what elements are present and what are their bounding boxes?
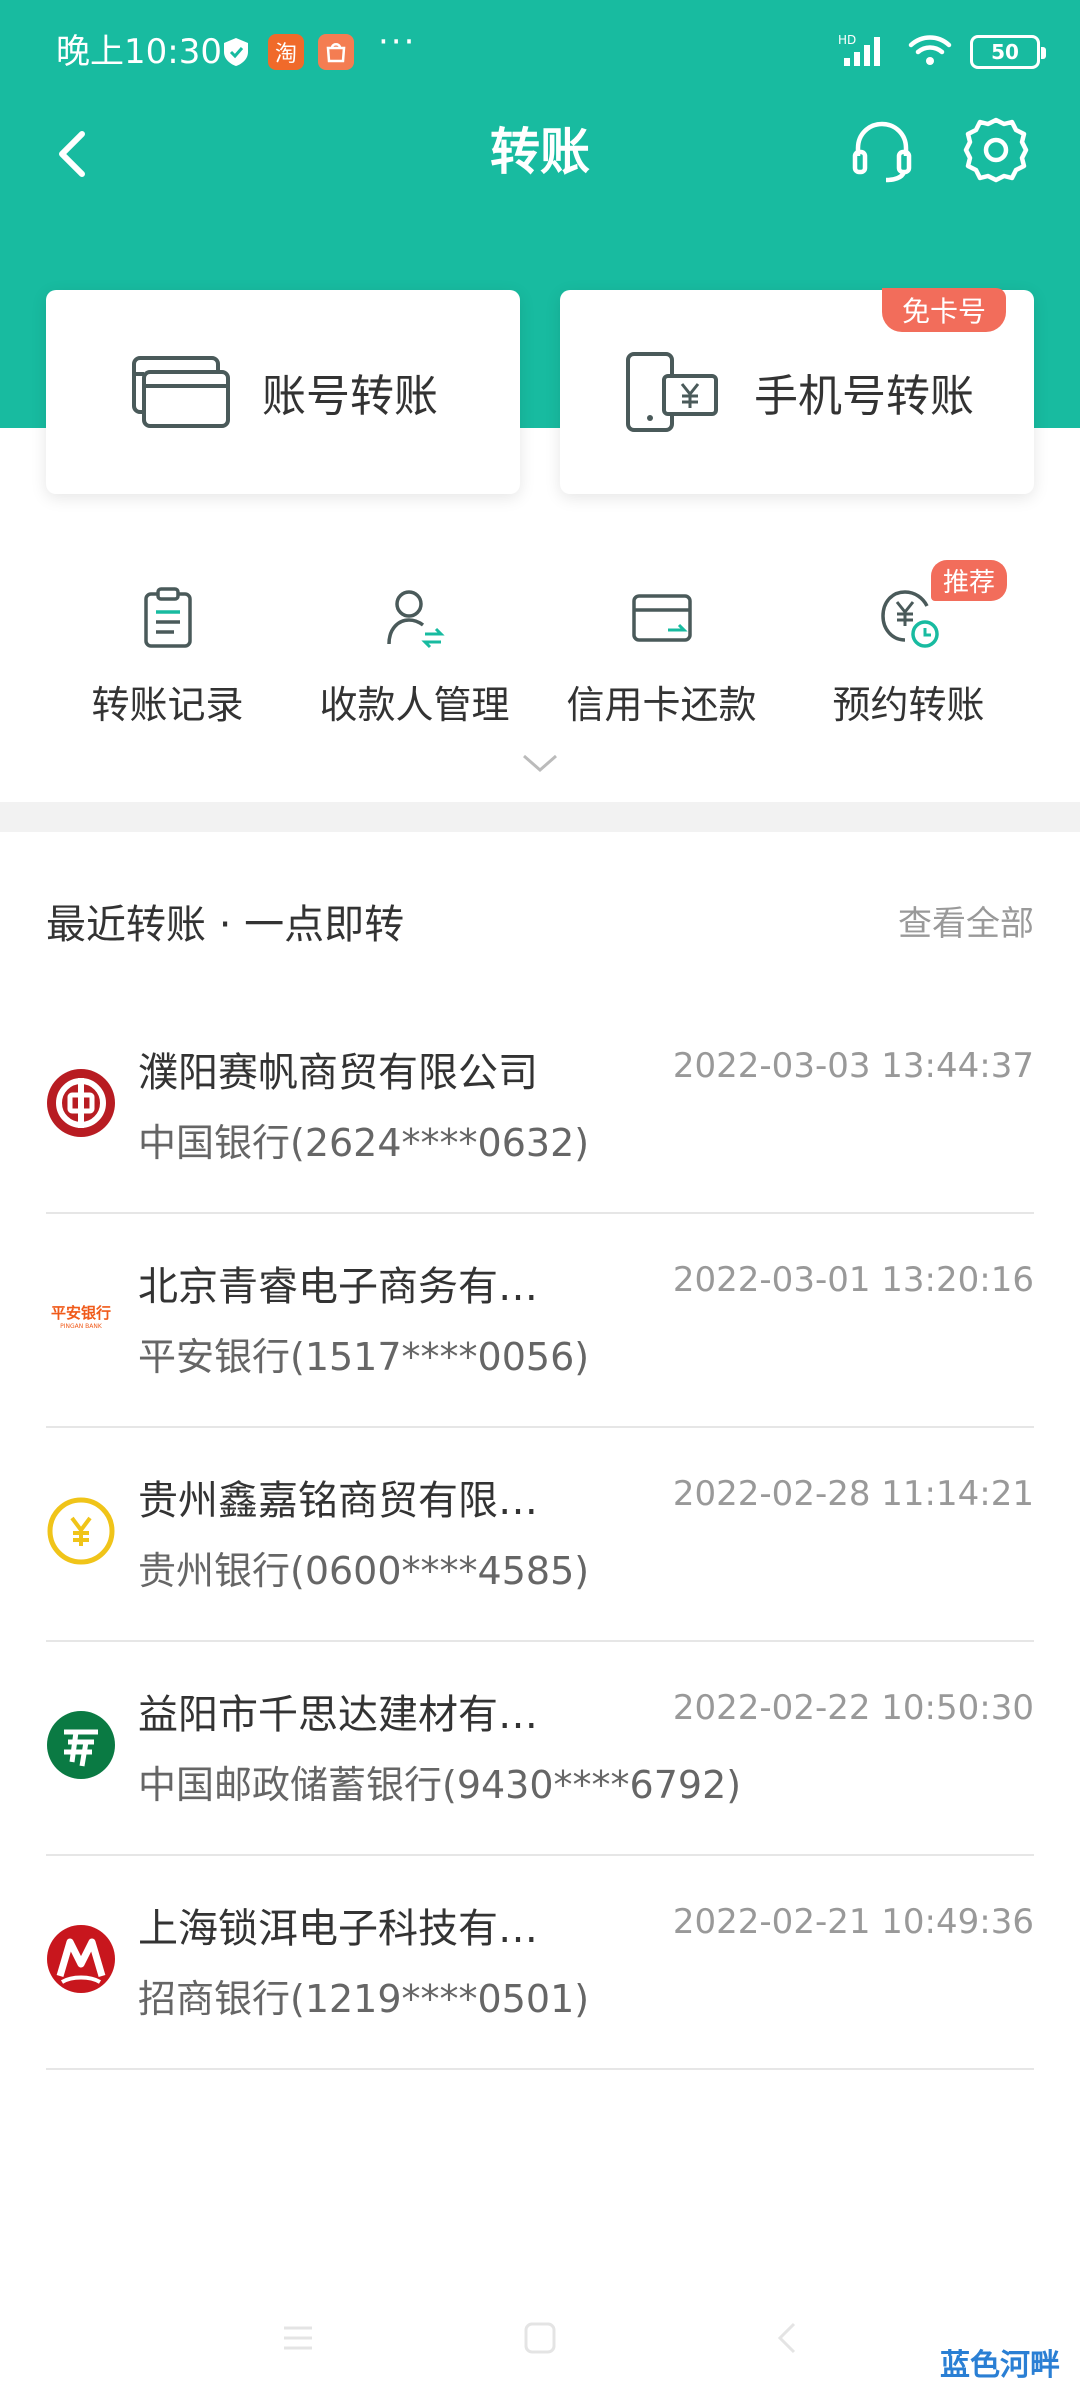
payee-icon	[381, 584, 449, 652]
credit-card-icon	[628, 584, 696, 652]
quick-action-credit-card-repay[interactable]: 信用卡还款	[538, 560, 785, 740]
payee-bank-account: 贵州银行(0600****4585)	[138, 1549, 590, 1593]
wifi-icon	[908, 32, 952, 72]
quick-actions: 转账记录 收款人管理 信用卡还款 推荐 预约转账	[0, 560, 1080, 740]
phone-yuan-icon	[620, 350, 724, 434]
recent-transfers-header: 最近转账 · 一点即转 查看全部	[46, 880, 1034, 952]
yuan-coin-logo-icon	[46, 1496, 116, 1566]
pingan-logo-icon: 平安银行 PINGAN BANK	[46, 1282, 116, 1352]
more-notifications-icon: ···	[378, 22, 417, 62]
system-navigation-bar	[0, 2300, 1080, 2380]
quick-action-label: 信用卡还款	[566, 683, 757, 727]
quick-action-transfer-records[interactable]: 转账记录	[44, 560, 291, 740]
watermark-logo: 蓝色河畔	[940, 2348, 1060, 2383]
recent-transfers-list: 濮阳赛帆商贸有限公司 2022-03-03 13:44:37 中国银行(2624…	[46, 1000, 1034, 2070]
clipboard-icon	[134, 584, 202, 652]
account-transfer-label: 账号转账	[262, 371, 438, 422]
transfer-row[interactable]: 平安银行 PINGAN BANK 北京青睿电子商务有… 2022-03-01 1…	[46, 1214, 1034, 1428]
section-divider	[0, 802, 1080, 832]
transfer-date: 2022-02-21 10:49:36	[672, 1902, 1034, 1942]
psbc-logo-icon	[46, 1710, 116, 1780]
quick-action-label: 预约转账	[832, 683, 985, 727]
phone-transfer-label: 手机号转账	[754, 371, 974, 422]
transfer-date: 2022-02-22 10:50:30	[672, 1688, 1034, 1728]
recent-transfers-title: 最近转账 · 一点即转	[46, 902, 405, 948]
payee-bank-account: 招商银行(1219****0501)	[138, 1977, 590, 2021]
signal-icon: HD	[838, 32, 890, 72]
expand-chevron-down-icon[interactable]	[520, 752, 560, 776]
menu-icon[interactable]	[276, 2316, 320, 2360]
payee-bank-account: 中国邮政储蓄银行(9430****6792)	[138, 1763, 742, 1807]
pingan-logo-subtext: PINGAN BANK	[60, 1323, 103, 1330]
payee-name: 濮阳赛帆商贸有限公司	[138, 1050, 538, 1096]
back-nav-icon[interactable]	[766, 2316, 810, 2360]
home-icon[interactable]	[518, 2316, 562, 2360]
status-bar: 晚上10:30 淘 ··· HD 50	[0, 0, 1080, 104]
payee-bank-account: 中国银行(2624****0632)	[138, 1121, 590, 1165]
nav-bar: 转账	[0, 104, 1080, 200]
quick-action-label: 转账记录	[91, 683, 244, 727]
account-transfer-card[interactable]: 账号转账	[46, 290, 520, 494]
boc-logo-icon	[46, 1068, 116, 1138]
status-time: 晚上10:30	[56, 32, 222, 72]
status-right: HD 50	[838, 30, 1046, 74]
customer-service-headset-icon[interactable]	[846, 114, 918, 186]
phone-transfer-card[interactable]: 免卡号 手机号转账	[560, 288, 1034, 494]
pingan-logo-text: 平安银行	[51, 1304, 111, 1322]
payee-name: 北京青睿电子商务有…	[138, 1264, 538, 1310]
payee-name: 益阳市千思达建材有…	[138, 1692, 538, 1738]
quick-action-label: 收款人管理	[319, 683, 510, 727]
settings-gear-icon[interactable]	[958, 112, 1034, 188]
transfer-date: 2022-03-01 13:20:16	[672, 1260, 1034, 1300]
shield-icon	[218, 34, 254, 70]
transfer-row[interactable]: 上海锁洱电子科技有… 2022-02-21 10:49:36 招商银行(1219…	[46, 1856, 1034, 2070]
bank-card-icon	[128, 350, 232, 434]
page-title: 转账	[490, 123, 590, 181]
cmb-logo-icon	[46, 1924, 116, 1994]
no-card-number-badge: 免卡号	[881, 288, 1006, 332]
quick-action-payee-management[interactable]: 收款人管理	[291, 560, 538, 740]
transfer-row[interactable]: 贵州鑫嘉铭商贸有限… 2022-02-28 11:14:21 贵州银行(0600…	[46, 1428, 1034, 1642]
taobao-app-icon: 淘	[268, 34, 304, 70]
battery-indicator: 50	[970, 35, 1046, 69]
network-type-label: HD	[838, 33, 856, 47]
view-all-link[interactable]: 查看全部	[898, 896, 1034, 945]
payee-bank-account: 平安银行(1517****0056)	[138, 1335, 590, 1379]
quick-action-scheduled-transfer[interactable]: 推荐 预约转账	[785, 560, 1032, 740]
payee-name: 贵州鑫嘉铭商贸有限…	[138, 1478, 538, 1524]
transfer-row[interactable]: 益阳市千思达建材有… 2022-02-22 10:50:30 中国邮政储蓄银行(…	[46, 1642, 1034, 1856]
transfer-row[interactable]: 濮阳赛帆商贸有限公司 2022-03-03 13:44:37 中国银行(2624…	[46, 1000, 1034, 1214]
transfer-date: 2022-03-03 13:44:37	[672, 1046, 1034, 1086]
recommended-badge: 推荐	[931, 560, 1008, 601]
transfer-date: 2022-02-28 11:14:21	[672, 1474, 1034, 1514]
shopping-bag-icon	[318, 34, 354, 70]
payee-name: 上海锁洱电子科技有…	[138, 1906, 538, 1952]
